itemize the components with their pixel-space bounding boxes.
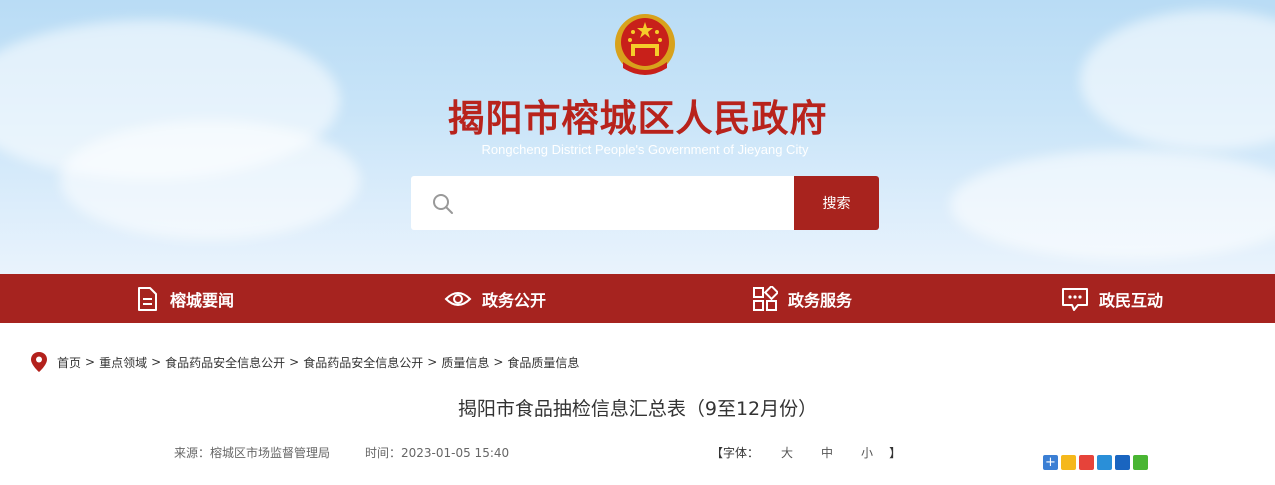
- article-title: 揭阳市食品抽检信息汇总表（9至12月份）: [457, 398, 818, 420]
- breadcrumb-home[interactable]: 首页: [57, 354, 81, 371]
- nav-item-gov-services[interactable]: 政务服务: [752, 274, 852, 323]
- breadcrumb-food-drug-safety-2[interactable]: 食品药品安全信息公开: [303, 354, 423, 371]
- site-title: 揭阳市榕城区人民政府: [447, 97, 828, 140]
- search-icon: [433, 194, 453, 214]
- article-time: 时间：2023-01-05 15:40: [365, 446, 510, 460]
- weibo-icon[interactable]: [1079, 455, 1094, 470]
- breadcrumb-separator: >: [85, 355, 96, 369]
- font-size-label: 【字体：: [711, 446, 760, 460]
- national-emblem-icon: [615, 14, 675, 75]
- tencent-weibo-icon[interactable]: [1097, 455, 1112, 470]
- breadcrumb-separator: >: [427, 355, 438, 369]
- main-nav: 榕城要闻 政务公开 政务服务 政民互动: [0, 274, 1275, 323]
- article-source: 来源：榕城区市场监督管理局: [174, 446, 331, 460]
- nav-label: 政务服务: [788, 290, 853, 310]
- location-pin-icon: [31, 352, 47, 372]
- breadcrumb-key-areas[interactable]: 重点领域: [99, 354, 147, 371]
- eye-icon: [444, 291, 472, 306]
- nav-label: 政民互动: [1099, 290, 1164, 310]
- nav-label: 榕城要闻: [170, 290, 235, 310]
- breadcrumb-separator: >: [289, 355, 300, 369]
- search-input[interactable]: [467, 186, 787, 220]
- search-button[interactable]: 搜索: [794, 176, 879, 230]
- breadcrumb-separator: >: [493, 355, 504, 369]
- nav-item-news[interactable]: 榕城要闻: [134, 274, 234, 323]
- breadcrumb: 首页 > 重点领域 > 食品药品安全信息公开 > 食品药品安全信息公开 > 质量…: [30, 351, 579, 373]
- wechat-icon[interactable]: [1133, 455, 1148, 470]
- nav-item-interaction[interactable]: 政民互动: [1061, 274, 1163, 323]
- breadcrumb-separator: >: [151, 355, 162, 369]
- font-size-small[interactable]: 小: [861, 444, 873, 461]
- document-icon: [138, 286, 157, 311]
- search-box: [411, 176, 794, 230]
- font-size-medium[interactable]: 中: [821, 444, 833, 461]
- nav-label: 政务公开: [482, 290, 547, 310]
- grid-icon: [753, 285, 778, 311]
- chat-icon: [1062, 287, 1088, 311]
- breadcrumb-food-drug-safety[interactable]: 食品药品安全信息公开: [165, 354, 285, 371]
- qzone-icon[interactable]: [1061, 455, 1076, 470]
- share-more-icon[interactable]: +: [1043, 455, 1058, 470]
- cloud-decoration: [950, 150, 1275, 260]
- font-size-large[interactable]: 大: [781, 444, 793, 461]
- share-bar: +: [1043, 455, 1148, 470]
- header-banner: 揭阳市榕城区人民政府 Rongcheng District People's G…: [0, 0, 1275, 274]
- nav-item-gov-affairs[interactable]: 政务公开: [444, 274, 546, 323]
- breadcrumb-food-quality-info[interactable]: 食品质量信息: [507, 354, 579, 371]
- font-size-close: 】: [889, 446, 902, 460]
- renren-icon[interactable]: [1115, 455, 1130, 470]
- breadcrumb-quality-info[interactable]: 质量信息: [441, 354, 489, 371]
- font-size-control: 【字体： 大 中 小 】: [711, 444, 901, 461]
- site-subtitle: Rongcheng District People's Government o…: [481, 142, 809, 157]
